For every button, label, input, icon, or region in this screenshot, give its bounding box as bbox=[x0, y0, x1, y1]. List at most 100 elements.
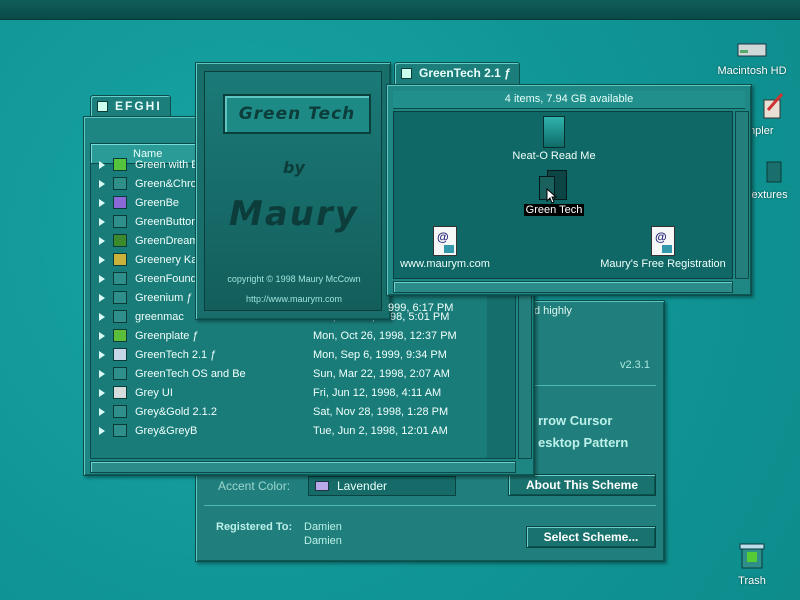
folder-icon bbox=[113, 424, 127, 437]
list-item[interactable]: Greenplate ƒ Mon, Oct 26, 1998, 12:37 PM bbox=[91, 327, 515, 346]
item-name: GreenDream bbox=[135, 235, 199, 247]
greentech-window[interactable]: 4 items, 7.94 GB available Neat-O Read M… bbox=[386, 84, 752, 296]
disclosure-triangle-icon[interactable] bbox=[99, 161, 105, 169]
efghi-window-tab[interactable]: EFGHI bbox=[90, 95, 171, 117]
item-name: Grey&Gold 2.1.2 bbox=[135, 406, 217, 418]
item-name: Grey&GreyB bbox=[135, 425, 198, 437]
desktop-icon-sampler[interactable]: mpler bbox=[746, 92, 800, 137]
list-item[interactable]: GreenTech OS and Be Sun, Mar 22, 1998, 2:… bbox=[91, 365, 515, 384]
arrow-cursor-option[interactable]: rrow Cursor bbox=[538, 413, 612, 428]
disclosure-triangle-icon[interactable] bbox=[99, 180, 105, 188]
by-text: by bbox=[283, 158, 305, 177]
item-name: Greenium ƒ bbox=[135, 292, 193, 304]
folder-icon bbox=[113, 158, 127, 171]
list-item[interactable]: GreenTech 2.1 ƒ Mon, Sep 6, 1999, 9:34 PM bbox=[91, 346, 515, 365]
splash-window[interactable]: Green Tech by Maury copyright © 1998 Mau… bbox=[195, 62, 391, 320]
author-logo: Maury bbox=[229, 194, 359, 234]
horizontal-scrollbar[interactable] bbox=[393, 281, 733, 293]
folder-icon bbox=[113, 348, 127, 361]
disclosure-triangle-icon[interactable] bbox=[99, 256, 105, 264]
item-date: Fri, Jun 12, 1998, 4:11 AM bbox=[313, 387, 442, 399]
item-label: www.maurym.com bbox=[400, 258, 490, 270]
accent-color-label: Accent Color: bbox=[218, 479, 291, 493]
disclosure-triangle-icon[interactable] bbox=[99, 351, 105, 359]
folder-icon bbox=[113, 405, 127, 418]
folder-icon bbox=[766, 161, 782, 183]
desktop-icon-trash[interactable]: Trash bbox=[728, 540, 776, 587]
partial-date: 999, 6:17 PM bbox=[388, 302, 454, 314]
accent-color-popup[interactable]: Lavender bbox=[308, 476, 456, 496]
item-date: Sun, Mar 22, 1998, 2:07 AM bbox=[313, 368, 450, 380]
item-name: GreenBe bbox=[135, 197, 180, 209]
item-maurys-free-registration[interactable]: Maury's Free Registration bbox=[594, 226, 732, 270]
select-scheme-button[interactable]: Select Scheme... bbox=[526, 526, 656, 548]
item-date: Mon, Oct 26, 1998, 12:37 PM bbox=[313, 330, 457, 342]
disclosure-triangle-icon[interactable] bbox=[99, 427, 105, 435]
internet-location-icon bbox=[433, 226, 457, 256]
window-title: GreenTech 2.1 ƒ bbox=[419, 66, 511, 80]
disclosure-triangle-icon[interactable] bbox=[99, 294, 105, 302]
about-this-scheme-button[interactable]: About This Scheme bbox=[508, 474, 656, 496]
accent-color-value: Lavender bbox=[337, 479, 388, 493]
document-icon bbox=[543, 116, 565, 148]
green-tech-logo: Green Tech bbox=[223, 94, 371, 134]
disclosure-triangle-icon[interactable] bbox=[99, 218, 105, 226]
disclosure-triangle-icon[interactable] bbox=[99, 275, 105, 283]
folder-icon bbox=[401, 68, 412, 79]
folder-icon bbox=[113, 215, 127, 228]
folder-icon bbox=[113, 272, 127, 285]
hard-disk-icon bbox=[737, 43, 767, 57]
lavender-swatch bbox=[315, 481, 329, 491]
menu-bar[interactable] bbox=[0, 0, 800, 20]
registered-label: Registered To: bbox=[216, 521, 293, 533]
disclosure-triangle-icon[interactable] bbox=[99, 237, 105, 245]
disclosure-triangle-icon[interactable] bbox=[99, 332, 105, 340]
desktop-icon-label: Macintosh HD bbox=[717, 65, 787, 77]
item-date: Mon, Sep 6, 1999, 9:34 PM bbox=[313, 349, 447, 361]
greentech-window-tab[interactable]: GreenTech 2.1 ƒ bbox=[394, 62, 520, 84]
info-text: d highly bbox=[534, 305, 572, 317]
desktop-icon-textures[interactable]: Textures bbox=[746, 160, 800, 201]
desktop-icon-label: Textures bbox=[746, 189, 788, 201]
folder-icon bbox=[113, 177, 127, 190]
item-name: Grey UI bbox=[135, 387, 173, 399]
item-www-maurym-com[interactable]: www.maurym.com bbox=[394, 226, 496, 270]
paintbrush-icon bbox=[763, 93, 784, 119]
item-name: GreenButtons bbox=[135, 216, 203, 228]
folder-icon bbox=[113, 196, 127, 209]
folder-icon bbox=[113, 253, 127, 266]
item-name: Greenplate ƒ bbox=[135, 330, 199, 342]
item-date: Tue, Jun 2, 1998, 12:01 AM bbox=[313, 425, 448, 437]
desktop-icon-label: mpler bbox=[746, 125, 774, 137]
list-item[interactable]: Grey&Gold 2.1.2 Sat, Nov 28, 1998, 1:28 P… bbox=[91, 403, 515, 422]
separator bbox=[526, 385, 656, 386]
folder-icon bbox=[113, 329, 127, 342]
registered-org: Damien bbox=[304, 535, 342, 547]
item-label: Green Tech bbox=[523, 204, 585, 216]
folder-icon bbox=[113, 367, 127, 380]
disclosure-triangle-icon[interactable] bbox=[99, 313, 105, 321]
disclosure-triangle-icon[interactable] bbox=[99, 370, 105, 378]
splash-panel: Green Tech by Maury copyright © 1998 Mau… bbox=[204, 71, 382, 311]
website-url: http://www.maurym.com bbox=[245, 294, 343, 304]
list-item[interactable]: Grey&GreyB Tue, Jun 2, 1998, 12:01 AM bbox=[91, 422, 515, 441]
folder-icon bbox=[113, 310, 127, 323]
desktop-icon-label: Trash bbox=[738, 575, 766, 587]
horizontal-scrollbar[interactable] bbox=[90, 461, 516, 473]
desktop-icon-macintosh-hd[interactable]: Macintosh HD bbox=[714, 40, 790, 77]
item-name: Greenery Kal bbox=[135, 254, 200, 266]
list-item[interactable]: Grey UI Fri, Jun 12, 1998, 4:11 AM bbox=[91, 384, 515, 403]
icon-view[interactable]: Neat-O Read Me Green Tech www.maurym.com… bbox=[393, 111, 733, 279]
folder-icon bbox=[113, 386, 127, 399]
desktop-pattern-option[interactable]: esktop Pattern bbox=[538, 435, 628, 450]
disclosure-triangle-icon[interactable] bbox=[99, 199, 105, 207]
item-name: GreenTech OS and Be bbox=[135, 368, 246, 380]
item-neat-o-read-me[interactable]: Neat-O Read Me bbox=[504, 116, 604, 162]
disclosure-triangle-icon[interactable] bbox=[99, 389, 105, 397]
window-title: EFGHI bbox=[115, 99, 162, 113]
item-name: greenmac bbox=[135, 311, 184, 323]
internet-location-icon bbox=[651, 226, 675, 256]
vertical-scrollbar[interactable] bbox=[735, 111, 749, 279]
disclosure-triangle-icon[interactable] bbox=[99, 408, 105, 416]
arrow-cursor-icon bbox=[546, 188, 558, 204]
